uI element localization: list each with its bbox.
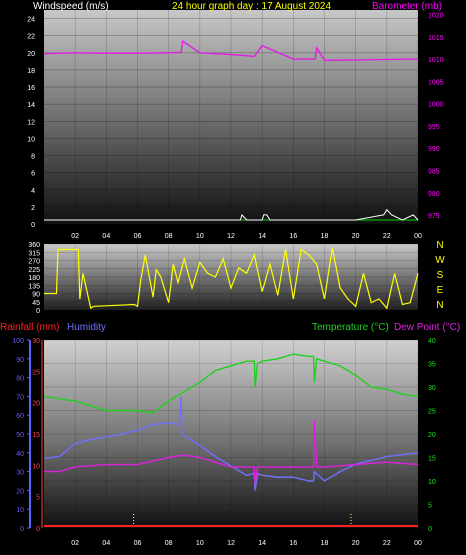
x-tick-label: 22 [383, 233, 391, 240]
x-tick-label: 16 [289, 233, 297, 240]
windspeed-tick-label: 10 [27, 136, 35, 143]
humidity-tick-label: 40 [16, 451, 24, 458]
barometer-tick-label: 1015 [428, 35, 444, 42]
windspeed-tick-label: 20 [27, 51, 35, 58]
barometer-axis-label: Barometer (mb) [372, 1, 442, 12]
x-tick-label: 00 [414, 233, 422, 240]
direction-tick-label: 225 [28, 267, 40, 274]
barometer-tick-label: 1000 [428, 102, 444, 109]
windspeed-tick-label: 14 [27, 102, 35, 109]
x-tick-label: 20 [352, 540, 360, 547]
x-tick-label: 12 [227, 233, 235, 240]
temperature-tick-label: 25 [428, 409, 436, 416]
windspeed-tick-label: 12 [27, 119, 35, 126]
barometer-tick-label: 990 [428, 146, 440, 153]
x-tick-label: 18 [321, 540, 329, 547]
humidity-tick-label: 100 [12, 338, 24, 345]
x-tick-label: 20 [352, 233, 360, 240]
x-tick-label: 06 [134, 540, 142, 547]
humidity-tick-label: 50 [16, 432, 24, 439]
humidity-tick-label: 20 [16, 488, 24, 495]
humidity-tick-label: 60 [16, 413, 24, 420]
windspeed-axis-label: Windspeed (m/s) [33, 1, 109, 12]
barometer-tick-label: 995 [428, 124, 440, 131]
temperature-tick-label: 0 [428, 526, 432, 533]
x-tick-label: 22 [383, 540, 391, 547]
x-tick-label: 08 [165, 540, 173, 547]
rainfall-axis-label: Rainfall (mm) [0, 322, 59, 333]
x-tick-label: 02 [71, 233, 79, 240]
barometer-tick-label: 1020 [428, 12, 444, 19]
windspeed-tick-label: 6 [31, 171, 35, 178]
rainfall-tick-label: 10 [32, 463, 40, 470]
x-tick-label: 12 [227, 540, 235, 547]
x-tick-label: 16 [289, 540, 297, 547]
windspeed-tick-label: 4 [31, 188, 35, 195]
x-tick-label: 04 [102, 540, 110, 547]
barometer-tick-label: 1005 [428, 79, 444, 86]
windspeed-tick-label: 16 [27, 85, 35, 92]
rainfall-tick-label: 15 [32, 432, 40, 439]
windspeed-tick-label: 24 [27, 17, 35, 24]
x-tick-label: 02 [71, 540, 79, 547]
x-tick-label: 10 [196, 233, 204, 240]
direction-tick-label: 270 [28, 259, 40, 266]
x-tick-label: 06 [134, 233, 142, 240]
temperature-tick-label: 40 [428, 338, 436, 345]
direction-tick-label: 315 [28, 250, 40, 257]
direction-tick-label: 135 [28, 283, 40, 290]
humidity-tick-label: 70 [16, 394, 24, 401]
windspeed-tick-label: 2 [31, 205, 35, 212]
x-tick-label: 10 [196, 540, 204, 547]
humidity-tick-label: 80 [16, 376, 24, 383]
compass-labels: NWSEN [435, 240, 445, 311]
barometer-tick-label: 1010 [428, 57, 444, 64]
temperature-tick-label: 30 [428, 385, 436, 392]
barometer-tick-label: 980 [428, 191, 440, 198]
compass-label: N [436, 300, 443, 311]
windspeed-tick-label: 22 [27, 34, 35, 41]
windspeed-tick-label: 0 [31, 222, 35, 229]
windspeed-tick-label: 18 [27, 68, 35, 75]
x-tick-label: 00 [414, 540, 422, 547]
temperature-tick-label: 20 [428, 432, 436, 439]
direction-tick-label: 45 [32, 300, 40, 307]
temperature-axis-label: Temperature (°C) [312, 322, 389, 333]
x-tick-label: 14 [258, 233, 266, 240]
direction-tick-label: 0 [36, 308, 40, 315]
humidity-tick-label: 10 [16, 507, 24, 514]
temperature-tick-label: 15 [428, 456, 436, 463]
direction-tick-label: 180 [28, 275, 40, 282]
wind-direction-ticks: 04590 135180225270 315360 [28, 242, 40, 315]
compass-label: N [436, 240, 443, 251]
direction-tick-label: 360 [28, 242, 40, 249]
rainfall-tick-label: 25 [32, 369, 40, 376]
x-tick-label: 18 [321, 233, 329, 240]
temperature-tick-label: 5 [428, 503, 432, 510]
barometer-tick-label: 975 [428, 213, 440, 220]
compass-label: S [437, 270, 444, 281]
rainfall-tick-label: 0 [36, 526, 40, 533]
temperature-tick-label: 10 [428, 479, 436, 486]
windspeed-tick-label: 8 [31, 154, 35, 161]
compass-label: E [437, 285, 444, 296]
x-tick-label: 14 [258, 540, 266, 547]
direction-tick-label: 90 [32, 292, 40, 299]
temperature-tick-label: 35 [428, 362, 436, 369]
chart-title: 24 hour graph day : 17 August 2024 [172, 1, 331, 12]
dewpoint-axis-label: Dew Point (°C) [394, 322, 460, 333]
compass-label: W [435, 255, 445, 266]
x-tick-label: 08 [165, 233, 173, 240]
rainfall-tick-label: 5 [36, 495, 40, 502]
rainfall-tick-label: 20 [32, 401, 40, 408]
humidity-tick-label: 30 [16, 470, 24, 477]
x-tick-label: 04 [102, 233, 110, 240]
barometer-tick-label: 985 [428, 169, 440, 176]
humidity-axis-label: Humidity [67, 322, 106, 333]
humidity-tick-label: 90 [16, 357, 24, 364]
rainfall-tick-label: 30 [32, 338, 40, 345]
humidity-tick-label: 0 [20, 526, 24, 533]
weather-charts: 0246810121416182022249759809859909951000… [0, 1, 460, 547]
